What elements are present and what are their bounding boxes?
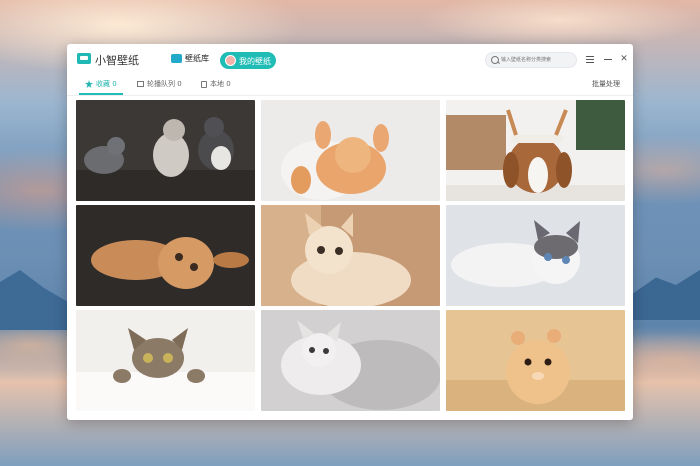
wallpaper-tile-beagle[interactable] bbox=[446, 100, 625, 201]
wallpaper-tile-hamster[interactable] bbox=[446, 310, 625, 411]
ragdoll-cat-image bbox=[446, 205, 625, 306]
tabby-cat-image bbox=[76, 310, 255, 411]
nav-mine-label: 我的壁纸 bbox=[239, 57, 271, 66]
close-icon[interactable]: ✕ bbox=[619, 54, 629, 64]
avatar-icon bbox=[225, 55, 236, 66]
tab-bar: 收藏 0 轮播队列 0 本地 0 批量处理 bbox=[67, 76, 633, 96]
menu-icon[interactable] bbox=[585, 54, 595, 64]
batch-process-button[interactable]: 批量处理 bbox=[592, 79, 620, 89]
ginger-cat-image bbox=[76, 205, 255, 306]
app-logo-icon bbox=[77, 53, 91, 64]
wallpaper-tile-cream-kitten[interactable] bbox=[261, 205, 440, 306]
wallpaper-grid bbox=[76, 100, 626, 411]
cream-kitten-image bbox=[261, 205, 440, 306]
hamster-image bbox=[446, 310, 625, 411]
tab-favorites[interactable]: 收藏 0 bbox=[85, 79, 117, 93]
title-bar: 小智壁纸 壁纸库 我的壁纸 ✕ bbox=[67, 44, 633, 76]
divider bbox=[67, 95, 633, 96]
library-icon bbox=[171, 54, 182, 63]
wallpaper-tile-tabby-cat[interactable] bbox=[76, 310, 255, 411]
search-box[interactable] bbox=[485, 52, 577, 68]
search-input[interactable] bbox=[501, 54, 575, 66]
beagle-image bbox=[446, 100, 625, 201]
tab-local[interactable]: 本地 0 bbox=[201, 79, 231, 93]
nav-library-label: 壁纸库 bbox=[185, 54, 209, 63]
wallpaper-tile-kittens[interactable] bbox=[76, 100, 255, 201]
search-icon bbox=[491, 56, 499, 64]
play-icon bbox=[137, 81, 144, 87]
tab-playlist[interactable]: 轮播队列 0 bbox=[137, 79, 182, 93]
wallpaper-tile-blanket-cat[interactable] bbox=[261, 310, 440, 411]
minimize-icon[interactable] bbox=[603, 54, 613, 64]
app-title: 小智壁纸 bbox=[95, 54, 139, 67]
wallpaper-tile-ragdoll-cat[interactable] bbox=[446, 205, 625, 306]
star-icon bbox=[85, 80, 93, 88]
wallpaper-tile-ginger-kitten[interactable] bbox=[261, 100, 440, 201]
file-icon bbox=[201, 80, 207, 88]
nav-my-wallpapers[interactable]: 我的壁纸 bbox=[220, 52, 276, 69]
ginger-kitten-image bbox=[261, 100, 440, 201]
kittens-image bbox=[76, 100, 255, 201]
wallpaper-tile-ginger-cat[interactable] bbox=[76, 205, 255, 306]
app-window: 小智壁纸 壁纸库 我的壁纸 ✕ 收藏 0 轮播队列 0 本地 0 批量处 bbox=[67, 44, 633, 420]
blanket-cat-image bbox=[261, 310, 440, 411]
